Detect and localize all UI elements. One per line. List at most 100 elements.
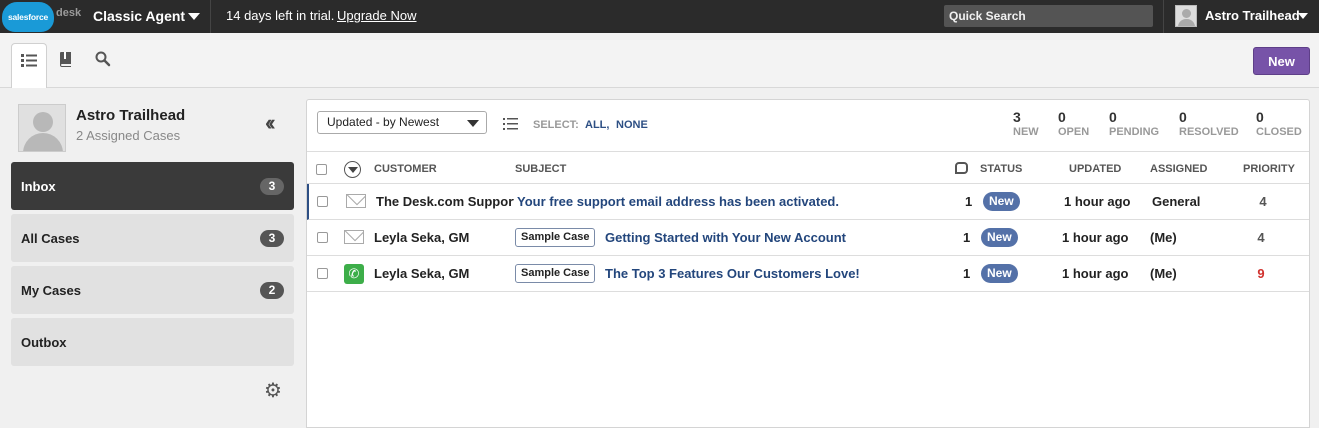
collapse-sidebar-icon[interactable]: ‹‹ bbox=[265, 110, 275, 136]
agent-mode-label[interactable]: Classic Agent bbox=[93, 8, 185, 24]
assigned-to: (Me) bbox=[1150, 266, 1177, 281]
updated-time: 1 hour ago bbox=[1064, 194, 1131, 209]
stat-value: 3 bbox=[1013, 109, 1021, 125]
stat-new[interactable]: 3 NEW bbox=[1013, 109, 1039, 138]
sidebar-item-inbox[interactable]: Inbox 3 bbox=[11, 162, 294, 210]
table-row[interactable]: ✆ Leyla Seka, GM Sample Case The Top 3 F… bbox=[307, 256, 1309, 292]
column-header-updated[interactable]: UPDATED bbox=[1069, 163, 1121, 175]
select-none-link[interactable]: NONE bbox=[616, 119, 648, 131]
table-row[interactable]: The Desk.com Support Your free support e… bbox=[307, 184, 1309, 220]
assigned-to: General bbox=[1152, 194, 1201, 209]
quick-search-input[interactable] bbox=[944, 5, 1153, 27]
comment-icon[interactable] bbox=[955, 162, 968, 174]
row-checkbox[interactable] bbox=[317, 268, 328, 279]
stat-label: CLOSED bbox=[1256, 126, 1302, 138]
stat-closed[interactable]: 0 CLOSED bbox=[1256, 109, 1302, 138]
stat-value: 0 bbox=[1179, 109, 1187, 125]
chevron-down-icon[interactable] bbox=[188, 13, 200, 20]
sidebar-item-label: My Cases bbox=[21, 282, 81, 298]
select-label: SELECT: bbox=[533, 119, 579, 131]
new-case-button[interactable]: New bbox=[1253, 47, 1310, 75]
search-icon bbox=[95, 51, 111, 67]
avatar[interactable] bbox=[1175, 5, 1197, 27]
stat-label: NEW bbox=[1013, 126, 1039, 138]
tab-search[interactable] bbox=[85, 43, 121, 88]
case-subject[interactable]: The Top 3 Features Our Customers Love! bbox=[605, 266, 860, 281]
status-badge: New bbox=[981, 264, 1018, 283]
divider bbox=[210, 0, 211, 33]
select-all-checkbox[interactable] bbox=[316, 164, 327, 175]
chevron-down-icon[interactable] bbox=[1298, 13, 1308, 19]
chevron-down-icon[interactable] bbox=[467, 120, 479, 127]
list-icon bbox=[21, 54, 37, 67]
column-header-customer[interactable]: CUSTOMER bbox=[374, 163, 437, 175]
sort-dropdown[interactable]: Updated - by Newest bbox=[317, 111, 487, 134]
phone-icon: ✆ bbox=[344, 264, 364, 284]
email-icon bbox=[346, 194, 366, 208]
stat-pending[interactable]: 0 PENDING bbox=[1109, 109, 1159, 138]
column-header-assigned[interactable]: ASSIGNED bbox=[1150, 163, 1207, 175]
column-header-subject[interactable]: SUBJECT bbox=[515, 163, 566, 175]
stat-open[interactable]: 0 OPEN bbox=[1058, 109, 1089, 138]
gear-icon[interactable]: ⚙ bbox=[264, 378, 282, 403]
priority-value: 4 bbox=[1259, 194, 1267, 209]
sidebar: Astro Trailhead 2 Assigned Cases ‹‹ Inbo… bbox=[0, 88, 305, 428]
count-badge: 3 bbox=[260, 177, 284, 195]
sidebar-item-all-cases[interactable]: All Cases 3 bbox=[11, 214, 294, 262]
interaction-count: 1 bbox=[965, 194, 973, 209]
table-row[interactable]: Leyla Seka, GM Sample Case Getting Start… bbox=[307, 220, 1309, 256]
stat-value: 0 bbox=[1058, 109, 1066, 125]
count-badge: 2 bbox=[260, 281, 284, 299]
customer-name[interactable]: Leyla Seka, GM bbox=[374, 230, 512, 245]
stat-label: PENDING bbox=[1109, 126, 1160, 138]
sidebar-item-label: Outbox bbox=[21, 334, 67, 350]
customer-name[interactable]: Leyla Seka, GM bbox=[374, 266, 512, 281]
book-icon bbox=[60, 52, 71, 67]
stat-label: RESOLVED bbox=[1179, 126, 1239, 138]
updated-time: 1 hour ago bbox=[1062, 266, 1129, 281]
sidebar-item-outbox[interactable]: Outbox bbox=[11, 318, 294, 366]
case-subject[interactable]: Your free support email address has been… bbox=[517, 194, 839, 209]
priority-value: 9 bbox=[1257, 266, 1265, 281]
chevron-down-icon[interactable] bbox=[344, 161, 361, 178]
salesforce-logo[interactable]: salesforce bbox=[2, 2, 54, 32]
select-all-link[interactable]: ALL, bbox=[585, 119, 609, 131]
trial-notice: 14 days left in trial. bbox=[226, 8, 335, 23]
row-checkbox[interactable] bbox=[317, 196, 328, 207]
sample-case-tag: Sample Case bbox=[515, 228, 596, 247]
assigned-to: (Me) bbox=[1150, 230, 1177, 245]
customer-name[interactable]: The Desk.com Support bbox=[376, 194, 514, 209]
case-subject[interactable]: Getting Started with Your New Account bbox=[605, 230, 846, 245]
stat-resolved[interactable]: 0 RESOLVED bbox=[1179, 109, 1239, 138]
priority-value: 4 bbox=[1257, 230, 1265, 245]
assigned-cases-count: 2 Assigned Cases bbox=[76, 128, 181, 143]
stat-value: 0 bbox=[1256, 109, 1264, 125]
top-bar: salesforce desk Classic Agent 14 days le… bbox=[0, 0, 1319, 33]
email-icon bbox=[344, 230, 364, 244]
count-badge: 3 bbox=[260, 229, 284, 247]
upgrade-link[interactable]: Upgrade Now bbox=[337, 8, 417, 23]
interaction-count: 1 bbox=[963, 230, 971, 245]
interaction-count: 1 bbox=[963, 266, 971, 281]
column-header-priority[interactable]: PRIORITY bbox=[1243, 163, 1295, 175]
bulk-select-icon[interactable] bbox=[503, 117, 519, 131]
column-header-status[interactable]: STATUS bbox=[980, 163, 1022, 175]
row-checkbox[interactable] bbox=[317, 232, 328, 243]
sample-case-tag: Sample Case bbox=[515, 264, 596, 283]
stat-value: 0 bbox=[1109, 109, 1117, 125]
tab-knowledge[interactable] bbox=[48, 43, 84, 88]
logo-product-text: desk bbox=[56, 7, 82, 19]
avatar bbox=[18, 104, 66, 152]
divider bbox=[307, 151, 1309, 152]
divider bbox=[1163, 0, 1164, 33]
user-menu-name[interactable]: Astro Trailhead bbox=[1205, 8, 1300, 23]
updated-time: 1 hour ago bbox=[1062, 230, 1129, 245]
toolbar: New bbox=[0, 33, 1319, 89]
tab-cases-list[interactable] bbox=[11, 43, 47, 89]
status-badge: New bbox=[981, 228, 1018, 247]
sidebar-user-name: Astro Trailhead bbox=[76, 107, 186, 124]
sidebar-item-label: All Cases bbox=[21, 230, 80, 246]
sidebar-item-label: Inbox bbox=[21, 178, 56, 194]
logo-brand-text: salesforce bbox=[7, 12, 49, 22]
sidebar-item-my-cases[interactable]: My Cases 2 bbox=[11, 266, 294, 314]
